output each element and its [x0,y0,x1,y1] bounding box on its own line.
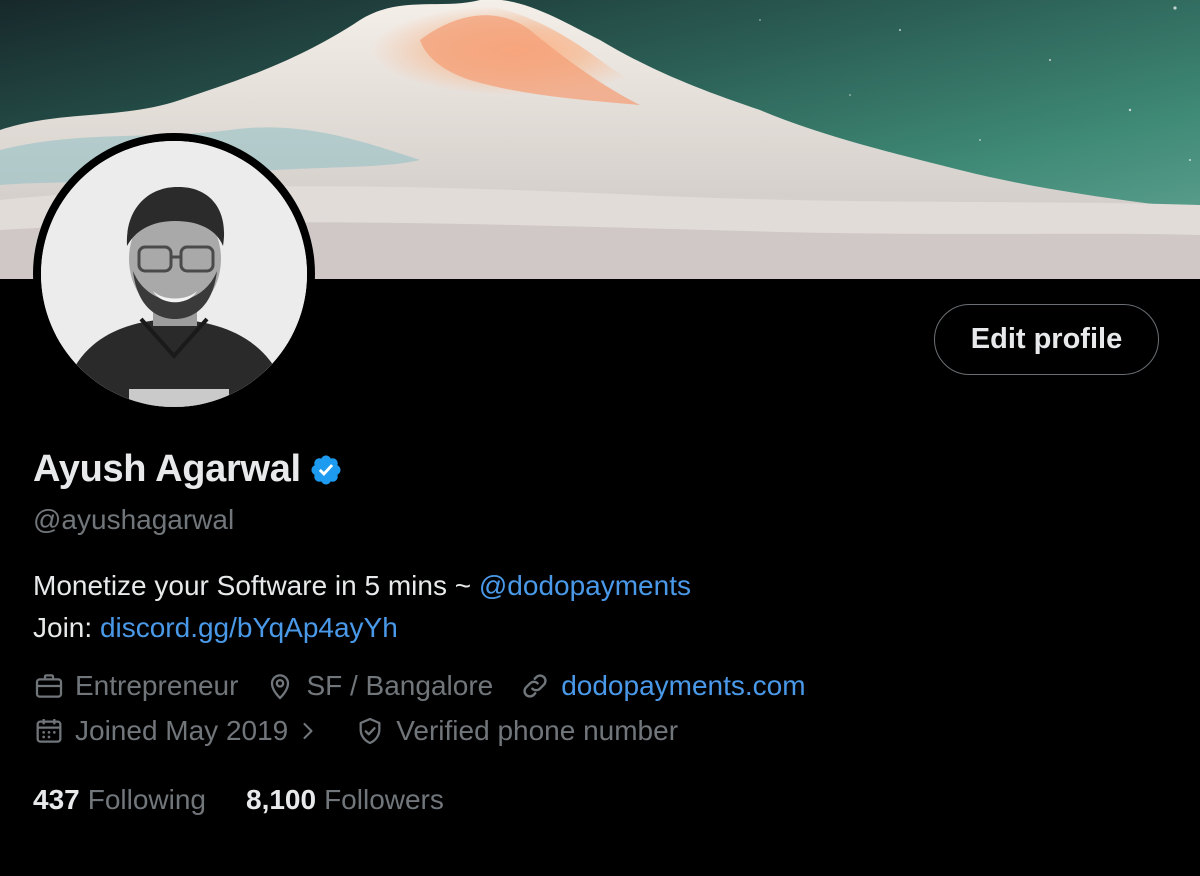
location-pin-icon [264,670,306,702]
joined-text: Joined May 2019 [75,715,289,746]
following-link[interactable]: 437 Following [33,784,206,816]
profile-handle: @ayushagarwal [33,504,235,535]
profile-name: Ayush Agarwal [33,448,301,490]
verified-badge-icon[interactable] [309,453,343,487]
meta-website[interactable]: dodopayments.com [519,670,806,702]
profile-meta-row-1: Entrepreneur SF / Bangalore dodopayments… [33,670,832,702]
following-count: 437 [33,784,80,815]
chevron-right-icon [298,717,328,745]
edit-profile-button[interactable]: Edit profile [934,304,1159,375]
following-label: Following [87,784,206,815]
website-link[interactable]: dodopayments.com [561,670,805,702]
briefcase-icon [33,670,75,702]
bio-text: Monetize your Software in 5 mins ~ [33,570,479,601]
avatar-photo [41,141,307,407]
verified-phone-text: Verified phone number [396,715,679,746]
profile-page: Edit profile Ayush Agarwal @ayushagarwal… [0,0,1200,876]
followers-label: Followers [324,784,444,815]
followers-link[interactable]: 8,100 Followers [246,784,444,816]
bio-mention-link[interactable]: @dodopayments [479,570,691,601]
meta-verified-phone: Verified phone number [354,715,678,747]
profile-avatar[interactable] [33,133,315,415]
profile-meta-row-2: Joined May 2019 Verified phone number [33,715,704,747]
profession-text: Entrepreneur [75,670,239,701]
bio-join-text: Join: [33,612,100,643]
profile-bio: Monetize your Software in 5 mins ~ @dodo… [33,565,691,649]
calendar-icon [33,715,75,747]
bio-discord-link[interactable]: discord.gg/bYqAp4ayYh [100,612,398,643]
bio-line-2: Join: discord.gg/bYqAp4ayYh [33,607,691,649]
bio-line-1: Monetize your Software in 5 mins ~ @dodo… [33,565,691,607]
meta-profession: Entrepreneur [33,670,238,702]
followers-count: 8,100 [246,784,317,815]
shield-check-icon [354,715,396,747]
profile-name-row: Ayush Agarwal [33,448,343,491]
meta-joined[interactable]: Joined May 2019 [33,715,328,747]
location-text: SF / Bangalore [306,670,494,701]
meta-location: SF / Bangalore [264,670,493,702]
profile-stats: 437 Following 8,100 Followers [33,784,484,816]
link-icon [519,670,561,702]
